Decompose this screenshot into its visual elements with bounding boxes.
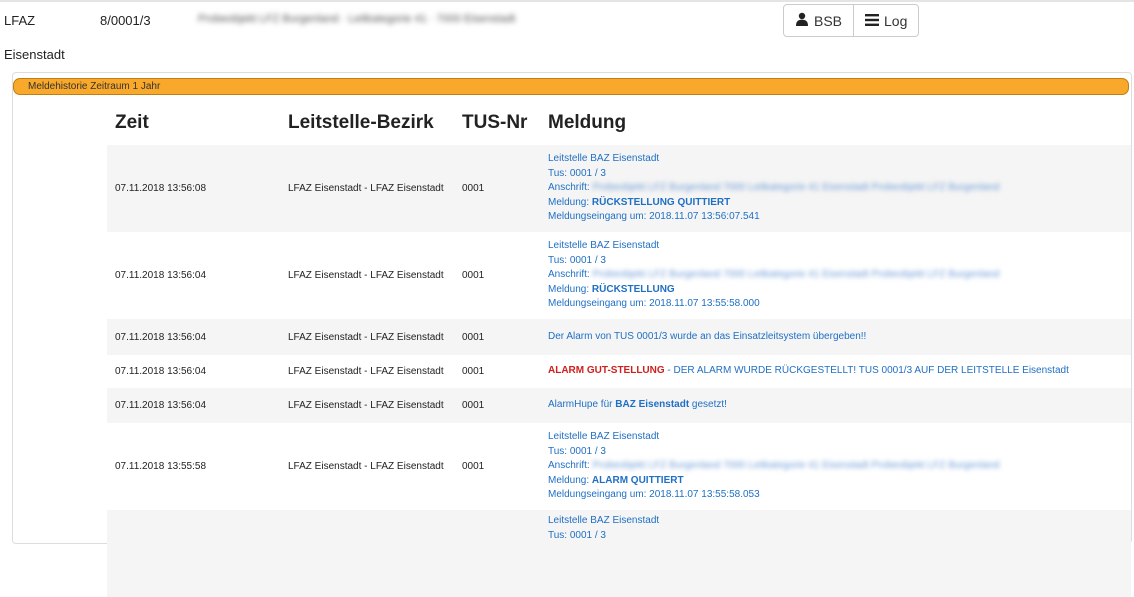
msg-meldung-label: Meldung: [548,474,590,486]
cell-district: LFAZ Eisenstadt - LFAZ Eisenstadt [288,400,444,411]
log-label: Log [884,12,908,29]
cell-message: Leitstelle BAZ Eisenstadt Tus: 0001 / 3 … [540,232,1131,319]
table-row: Leitstelle BAZ Eisenstadt Tus: 0001 / 3 [107,510,1131,597]
user-icon [795,12,809,29]
cell-tus: 0001 [462,400,485,411]
cell-district: LFAZ Eisenstadt - LFAZ Eisenstadt [288,270,444,281]
message-history-panel: Meldehistorie Zeitraum 1 Jahr Zeit Leits… [12,72,1132,597]
msg-line: Leitstelle BAZ Eisenstadt [548,240,660,252]
column-header-meldung: Meldung [548,112,627,133]
cell-time: 07.11.2018 13:56:04 [115,270,207,281]
table-row: 07.11.2018 13:56:04 LFAZ Eisenstadt - LF… [107,388,1131,423]
cell-district: LFAZ Eisenstadt - LFAZ Eisenstadt [288,366,444,377]
msg-address-label: Anschrift: [548,460,590,472]
msg-address-label: Anschrift: [548,182,590,194]
table-row: 07.11.2018 13:56:04 LFAZ Eisenstadt - LF… [107,232,1131,319]
msg-line: Anschrift: Probeobjekt LFZ Burgenland 70… [548,459,1131,474]
bsb-label: BSB [814,12,843,29]
cell-district: LFAZ Eisenstadt - LFAZ Eisenstadt [288,461,444,472]
cell-tus: 0001 [462,366,485,377]
city-label: Eisenstadt [4,47,65,62]
org-label: LFAZ [4,13,36,28]
msg-meldung-value: RÜCKSTELLUNG [591,283,675,295]
cell-time: 07.11.2018 13:55:58 [115,461,207,472]
cell-time: 07.11.2018 13:56:04 [115,400,207,411]
cell-message: Leitstelle BAZ Eisenstadt Tus: 0001 / 3 [540,510,1131,597]
cell-district [280,510,454,597]
column-header-tus: TUS-Nr [462,112,528,133]
msg-line: Meldungseingang um: 2018.11.07 13:55:58.… [548,298,760,310]
msg-line: Tus: 0001 / 3 [548,254,606,266]
msg-line: Leitstelle BAZ Eisenstadt [548,431,660,443]
msg-address-value: Probeobjekt LFZ Burgenland 7000 Leitkate… [592,269,1000,281]
hupe-text-end: gesetzt! [689,399,727,411]
msg-line: Leitstelle BAZ Eisenstadt [548,515,660,526]
hupe-station: BAZ Eisenstadt [615,399,690,411]
msg-line: Tus: 0001 / 3 [548,529,606,541]
msg-line: Meldung: RÜCKSTELLUNG [548,283,1131,298]
object-description: Probeobjekt LFZ Burgenland · Leitkategor… [198,13,516,25]
history-table-wrapper: Zeit Leitstelle-Bezirk TUS-Nr Meldung 07… [107,101,1131,597]
msg-line: Meldung: ALARM QUITTIERT [548,474,1131,489]
table-row: 07.11.2018 13:56:08 LFAZ Eisenstadt - LF… [107,145,1131,232]
alarm-text: - DER ALARM WURDE RÜCKGESTELLT! TUS 0001… [664,365,1069,377]
msg-line: Meldung: RÜCKSTELLUNG QUITTIERT [548,196,1131,211]
table-row: 07.11.2018 13:56:04 LFAZ Eisenstadt - LF… [107,319,1131,355]
msg-meldung-value: RÜCKSTELLUNG QUITTIERT [591,196,731,208]
msg-meldung-value: ALARM QUITTIERT [591,474,684,486]
cell-time: 07.11.2018 13:56:08 [115,183,207,194]
msg-meldung-label: Meldung: [548,196,590,208]
msg-address-label: Anschrift: [548,269,590,281]
cell-district: LFAZ Eisenstadt - LFAZ Eisenstadt [288,331,444,343]
bsb-button[interactable]: BSB [784,5,853,36]
cell-message: AlarmHupe für BAZ Eisenstadt gesetzt! [540,388,1131,423]
msg-meldung-label: Meldung: [548,283,590,295]
column-header-zeit: Zeit [115,112,149,133]
cell-message: Leitstelle BAZ Eisenstadt Tus: 0001 / 3 … [540,423,1131,510]
msg-address-value: Probeobjekt LFZ Burgenland 7000 Leitkate… [592,460,1000,472]
history-table: Zeit Leitstelle-Bezirk TUS-Nr Meldung 07… [107,101,1131,597]
cell-time: 07.11.2018 13:56:04 [115,331,207,343]
msg-line: Tus: 0001 / 3 [548,167,606,179]
msg-address-value: Probeobjekt LFZ Burgenland 7000 Leitkate… [592,182,1000,194]
cell-tus: 0001 [462,331,485,343]
cell-tus: 0001 [462,183,485,194]
cell-time [107,510,280,597]
log-button[interactable]: Log [853,5,918,36]
cell-message: Der Alarm von TUS 0001/3 wurde an das Ei… [548,330,867,342]
cell-time: 07.11.2018 13:56:04 [115,366,207,377]
msg-line: Leitstelle BAZ Eisenstadt [548,153,660,165]
msg-line: Tus: 0001 / 3 [548,445,606,457]
msg-line: Anschrift: Probeobjekt LFZ Burgenland 70… [548,181,1131,196]
table-row: 07.11.2018 13:55:58 LFAZ Eisenstadt - LF… [107,423,1131,510]
cell-message: ALARM GUT-STELLUNG - DER ALARM WURDE RÜC… [540,355,1131,388]
hupe-text: AlarmHupe für [548,399,616,411]
cell-tus: 0001 [462,461,485,472]
table-header-row: Zeit Leitstelle-Bezirk TUS-Nr Meldung [107,101,1131,145]
cell-district: LFAZ Eisenstadt - LFAZ Eisenstadt [288,183,444,194]
table-row: 07.11.2018 13:56:04 LFAZ Eisenstadt - LF… [107,355,1131,388]
cell-tus [454,510,540,597]
object-id: 8/0001/3 [100,13,151,28]
panel-title: Meldehistorie Zeitraum 1 Jahr [13,78,1129,95]
msg-line: Anschrift: Probeobjekt LFZ Burgenland 70… [548,268,1131,283]
column-header-leitstelle: Leitstelle-Bezirk [288,112,434,133]
list-icon [865,13,880,29]
msg-line: Meldungseingang um: 2018.11.07 13:55:58.… [548,489,760,501]
cell-message: Leitstelle BAZ Eisenstadt Tus: 0001 / 3 … [540,145,1131,232]
msg-line: Meldungseingang um: 2018.11.07 13:56:07.… [548,211,760,223]
top-border [0,0,1134,2]
alarm-label: ALARM GUT-STELLUNG [548,365,665,377]
cell-tus: 0001 [462,270,485,281]
header-button-group: BSB Log [783,4,920,37]
